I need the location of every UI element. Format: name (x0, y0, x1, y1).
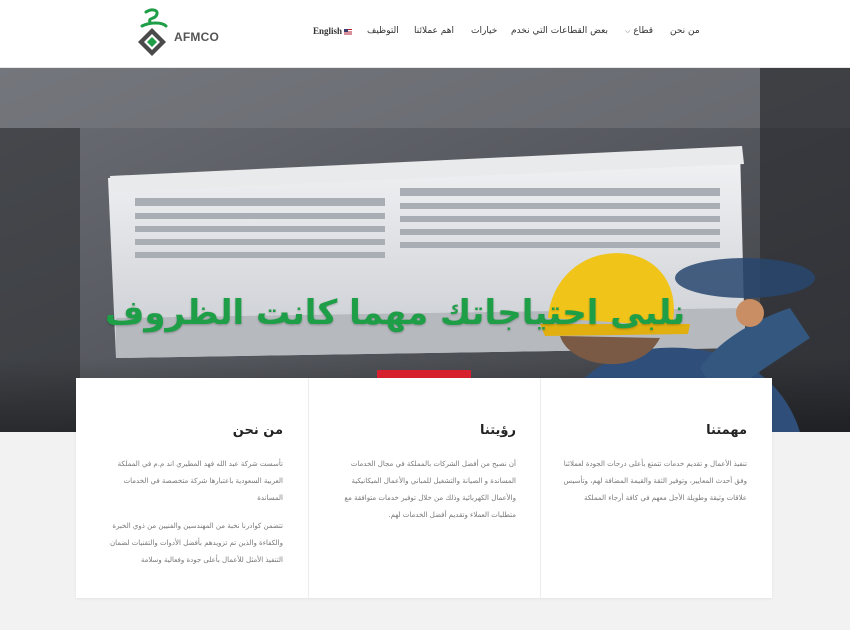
hero-title: نلبى احتياجاتك مهما كانت الظروف (104, 293, 686, 333)
nav-options[interactable]: خيارات (471, 26, 497, 36)
mission-title: مهمتنا (706, 423, 747, 438)
info-cards: مهمتنا تنفيذ الأعمال و تقديم خدمات تتمتع… (76, 378, 772, 598)
nav-sector-label: قطاع (633, 26, 654, 36)
nav-clients[interactable]: اهم عملائنا (414, 26, 454, 36)
site-header: AFMCO من نحن ⌵ قطاع بعض القطاعات التي نخد… (0, 0, 850, 68)
main-navigation: من نحن ⌵ قطاع بعض القطاعات التي نخدم خيار… (300, 0, 710, 64)
nav-jobs[interactable]: التوظيف (367, 26, 399, 36)
nav-sectors-we-serve[interactable]: بعض القطاعات التي نخدم (511, 26, 608, 36)
nav-sector[interactable]: ⌵ قطاع (625, 26, 653, 36)
vision-text: أن نصبح من أفضل الشركات بالمملكة في مجال… (344, 460, 516, 519)
vision-card: رؤيتنا أن نصبح من أفضل الشركات بالمملكة … (308, 378, 541, 598)
nav-language-label: English (313, 26, 343, 36)
mission-card: مهمتنا تنفيذ الأعمال و تقديم خدمات تتمتع… (540, 378, 771, 598)
nav-language[interactable]: English (313, 26, 353, 36)
about-card: من نحن تأسست شركة عبد الله فهد المطيري ا… (76, 378, 307, 598)
about-title: من نحن (232, 423, 283, 438)
chevron-down-icon: ⌵ (625, 27, 631, 35)
logo-text: AFMCO (174, 30, 219, 44)
company-logo[interactable]: AFMCO (134, 8, 244, 60)
logo-mark-icon (138, 8, 168, 56)
vision-title: رؤيتنا (480, 423, 516, 438)
about-text-2: تتضمن كوادرنا نخبة من المهندسين والفنيين… (109, 522, 283, 564)
mission-text: تنفيذ الأعمال و تقديم خدمات تتمتع بأعلى … (563, 460, 747, 502)
about-text-1: تأسست شركة عبد الله فهد المطيري اند م.م … (117, 460, 283, 502)
nav-about[interactable]: من نحن (670, 26, 700, 36)
us-flag-icon (344, 28, 353, 35)
